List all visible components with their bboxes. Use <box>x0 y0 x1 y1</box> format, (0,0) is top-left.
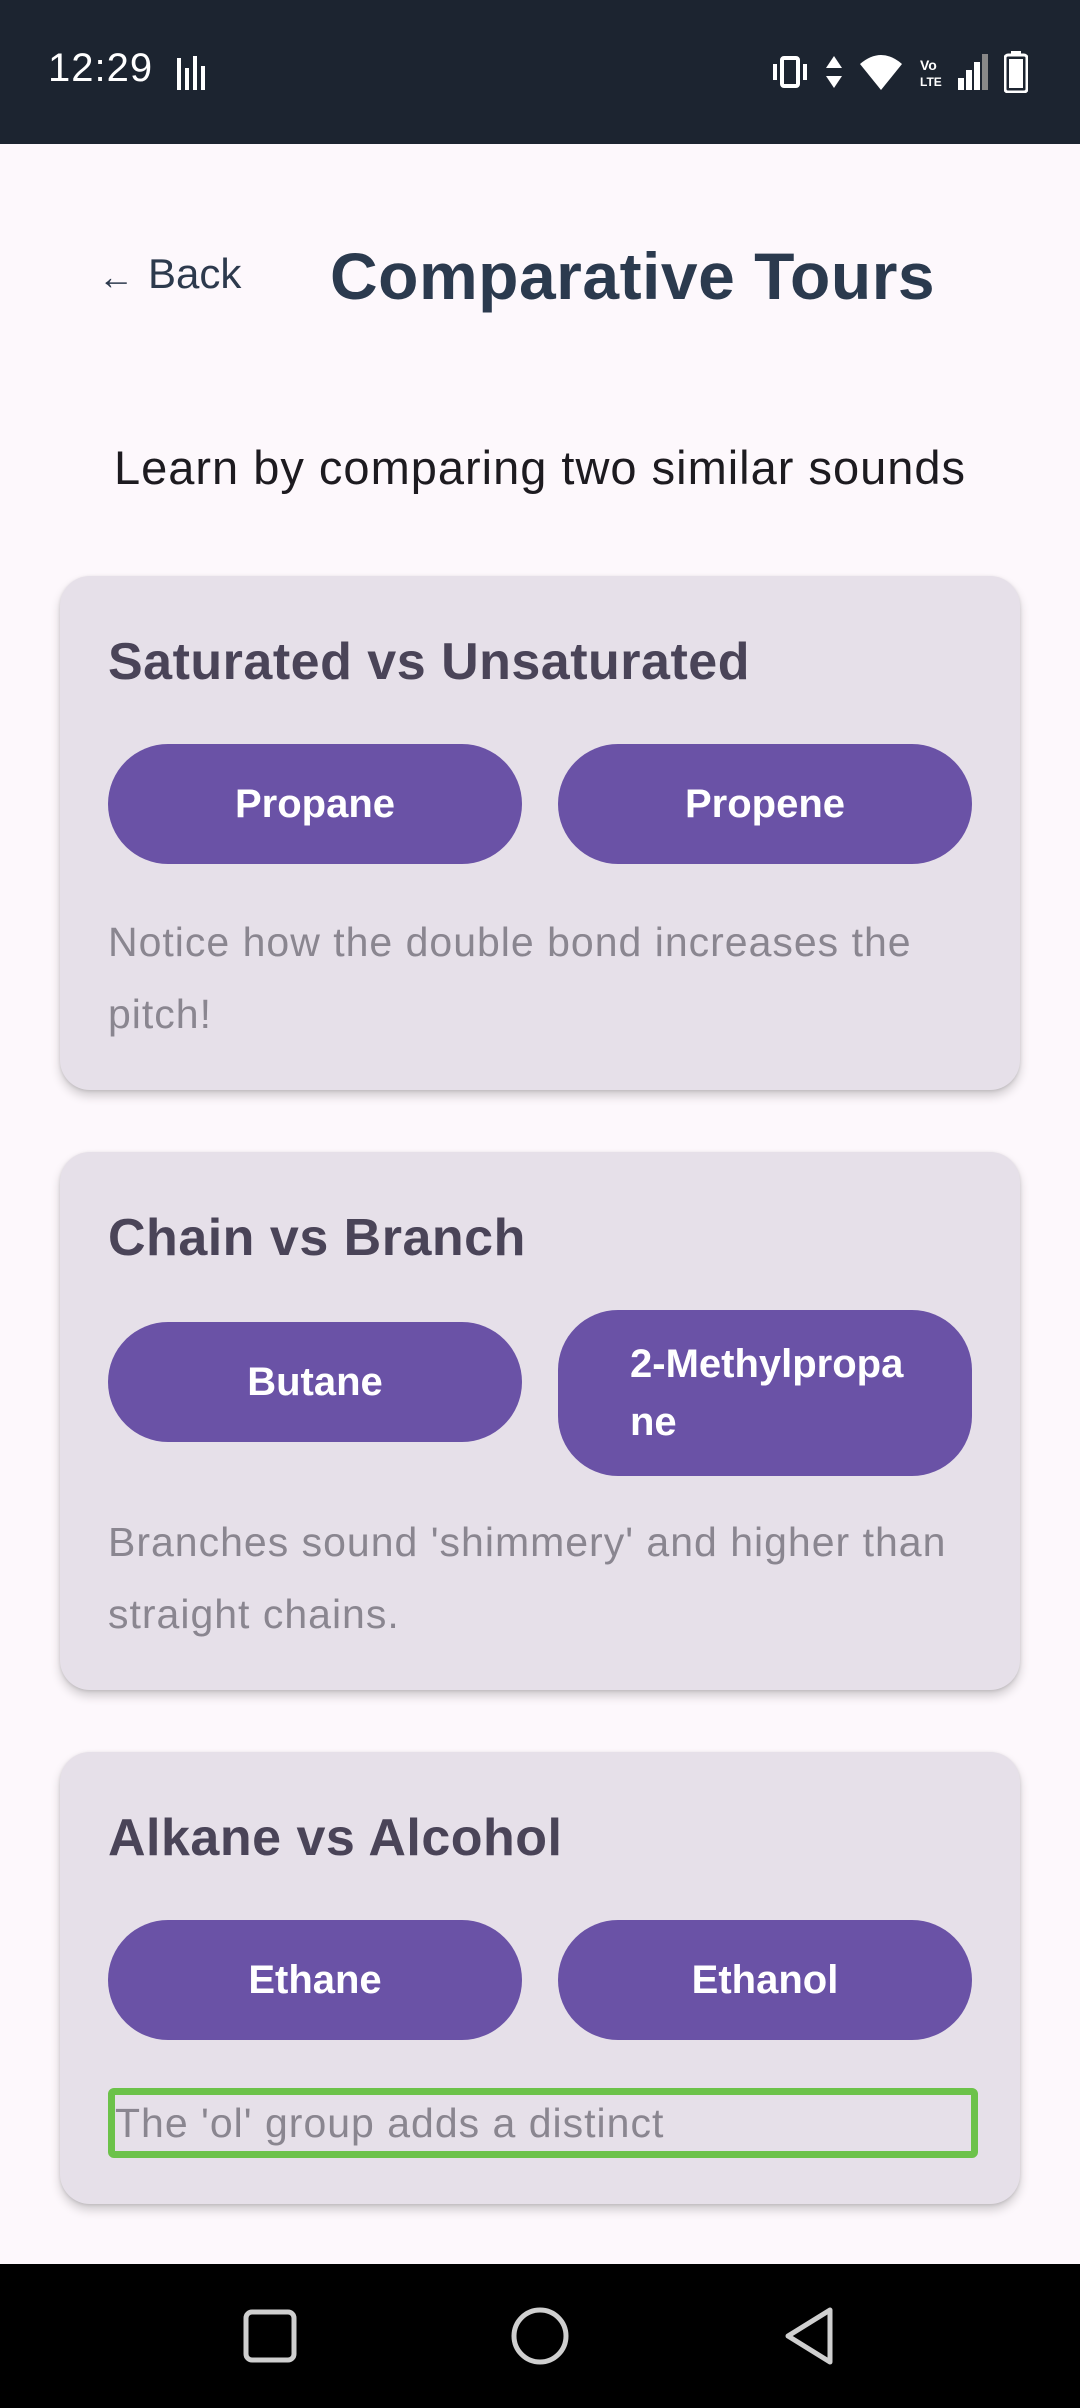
status-bar: 12:29 Vo LTE <box>0 0 1080 144</box>
back-triangle-icon[interactable] <box>774 2300 846 2372</box>
back-button[interactable]: ← Back <box>98 250 241 298</box>
home-circle-icon[interactable] <box>504 2300 576 2372</box>
compound-button-left[interactable]: Ethane <box>108 1920 522 2040</box>
data-arrows-icon <box>826 56 842 88</box>
compound-button-right[interactable]: Ethanol <box>558 1920 972 2040</box>
page-subtitle: Learn by comparing two similar sounds <box>113 441 967 494</box>
wifi-icon <box>860 55 902 90</box>
svg-text:LTE: LTE <box>920 75 942 89</box>
card-title: Saturated vs Unsaturated <box>108 633 750 691</box>
card-note: Notice how the double bond increases the… <box>108 919 912 1037</box>
comparison-card: Alkane vs Alcohol Ethane Ethanol The 'ol… <box>60 1752 1020 2204</box>
page-title: Comparative Tours <box>330 239 936 313</box>
comparison-card: Saturated vs Unsaturated Propane Propene… <box>60 576 1020 1090</box>
signal-icon <box>958 54 988 90</box>
back-label: Back <box>148 250 242 297</box>
card-note: Branches sound 'shimmery' and higher tha… <box>108 1519 947 1637</box>
compound-button-right[interactable]: 2-Methylpropane <box>558 1310 972 1476</box>
compound-button-left[interactable]: Propane <box>108 744 522 864</box>
compound-button-left[interactable]: Butane <box>108 1322 522 1442</box>
sound-bars-icon <box>177 56 205 90</box>
status-icons: Vo LTE <box>770 48 1028 96</box>
card-title: Chain vs Branch <box>108 1209 526 1267</box>
battery-icon <box>1004 51 1028 93</box>
status-time: 12:29 <box>48 46 154 90</box>
card-title: Alkane vs Alcohol <box>108 1809 563 1867</box>
system-nav-bar <box>0 2264 1080 2408</box>
vibrate-icon <box>773 56 807 88</box>
comparison-card: Chain vs Branch Butane 2-Methylpropane B… <box>60 1152 1020 1690</box>
compound-button-right[interactable]: Propene <box>558 744 972 864</box>
svg-text:Vo: Vo <box>920 57 937 73</box>
back-arrow-icon: ← <box>98 256 134 297</box>
recents-square-icon[interactable] <box>234 2300 306 2372</box>
volte-icon: Vo LTE <box>920 57 942 89</box>
card-note-highlighted: The 'ol' group adds a distinct <box>108 2088 978 2158</box>
